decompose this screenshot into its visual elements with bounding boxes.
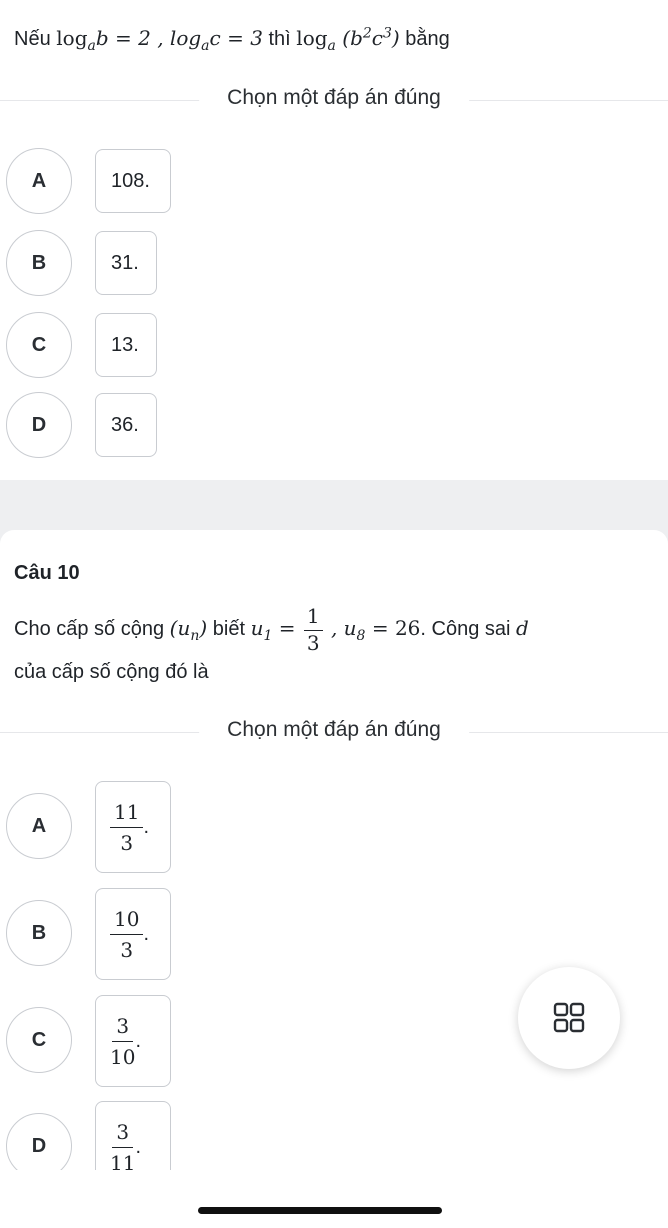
bottom-bar (0, 1170, 668, 1228)
question-text-part: bằng (405, 28, 450, 50)
option-letter[interactable]: C (6, 312, 72, 378)
option-letter[interactable]: C (6, 1007, 72, 1073)
question-text-line2: của cấp số cộng đó là (14, 661, 209, 683)
fraction: 13 (303, 604, 323, 655)
question-title: Câu 10 (14, 562, 80, 584)
fraction: 11 3 (110, 800, 144, 855)
math-part: u (250, 616, 264, 640)
home-indicator[interactable] (198, 1207, 442, 1214)
math-sup: 2 (362, 25, 372, 42)
question-text: Cho cấp số cộng (un) biết u1 = 13 , u8 =… (14, 602, 529, 655)
math-part: (b (342, 26, 363, 50)
option-letter[interactable]: B (6, 900, 72, 966)
question-card-10: Câu 10 Cho cấp số cộng (un) biết u 1 = 13… (0, 530, 668, 1193)
option-answer[interactable]: 31. (95, 231, 157, 295)
fraction: 3 10 (110, 1014, 135, 1069)
math-part: (u (169, 616, 191, 640)
math-sup: 3 (383, 25, 392, 42)
choose-one-label: Chọn một đáp án đúng (199, 718, 469, 742)
fraction-answer: 3 11. (110, 1120, 141, 1175)
fraction-numerator: 3 (112, 1120, 134, 1148)
fraction-denominator: 3 (120, 830, 134, 855)
option-letter[interactable]: D (6, 392, 72, 458)
math-expression: loga (b2c3) (296, 25, 400, 53)
question-text-part: thì (268, 28, 297, 50)
math-sub: a (201, 38, 210, 54)
question-text-part: Nếu (14, 28, 57, 50)
fraction-answer: 10 3. (110, 907, 149, 962)
option-answer[interactable]: 108. (95, 149, 171, 213)
answer-period: . (143, 815, 150, 838)
fraction: 3 11 (110, 1120, 135, 1175)
option-letter[interactable]: A (6, 148, 72, 214)
option-answer[interactable]: 11 3. (95, 781, 171, 873)
math-part: d (516, 616, 529, 640)
math-part: ) (391, 26, 400, 50)
fraction-denominator: 3 (120, 937, 134, 962)
fraction-answer: 11 3. (110, 800, 149, 855)
math-sub: a (327, 38, 336, 54)
grid-icon (553, 1002, 585, 1033)
math-part: b = 2 , log (95, 26, 202, 50)
fraction-denominator: 10 (110, 1044, 136, 1069)
math-part: log (296, 26, 328, 50)
answer-period: . (135, 1135, 142, 1158)
math-expression: (un) (169, 616, 208, 643)
math-part: c = 3 (209, 26, 263, 50)
question-grid-button[interactable] (518, 967, 620, 1069)
option-answer[interactable]: 13. (95, 313, 157, 377)
answer-period: . (143, 922, 150, 945)
fraction-denominator: 3 (306, 631, 320, 655)
fraction-numerator: 11 (110, 800, 144, 828)
question-text-part: biết (212, 618, 251, 640)
math-part: c (371, 26, 383, 50)
math-part: ) (199, 616, 208, 640)
math-part: , u (324, 616, 357, 640)
option-letter[interactable]: A (6, 793, 72, 859)
math-part: = 26 (365, 616, 421, 640)
fraction-answer: 3 10. (110, 1014, 141, 1069)
math-sub: a (87, 38, 96, 54)
answer-period: . (135, 1029, 142, 1052)
option-letter[interactable]: B (6, 230, 72, 296)
math-expression: logab = 2 , logac = 3 (56, 26, 263, 53)
question-text-part: Cho cấp số cộng (14, 618, 170, 640)
question-card-9: Nếu logab = 2 , logac = 3 thì loga (b2c3… (0, 0, 668, 480)
math-expression: u1 = 13 , u8 = 26 (250, 604, 421, 655)
choose-one-label: Chọn một đáp án đúng (199, 86, 469, 110)
fraction-numerator: 1 (303, 604, 323, 631)
option-answer[interactable]: 3 10. (95, 995, 171, 1087)
math-part: log (56, 26, 88, 50)
option-answer[interactable]: 10 3. (95, 888, 171, 980)
math-part: = (272, 616, 302, 640)
question-text: Nếu logab = 2 , logac = 3 thì loga (b2c3… (14, 24, 450, 53)
fraction-numerator: 10 (110, 907, 144, 935)
question-text-part: . Công sai (420, 618, 516, 640)
fraction-numerator: 3 (112, 1014, 134, 1042)
fraction: 10 3 (110, 907, 144, 962)
option-answer[interactable]: 36. (95, 393, 157, 457)
